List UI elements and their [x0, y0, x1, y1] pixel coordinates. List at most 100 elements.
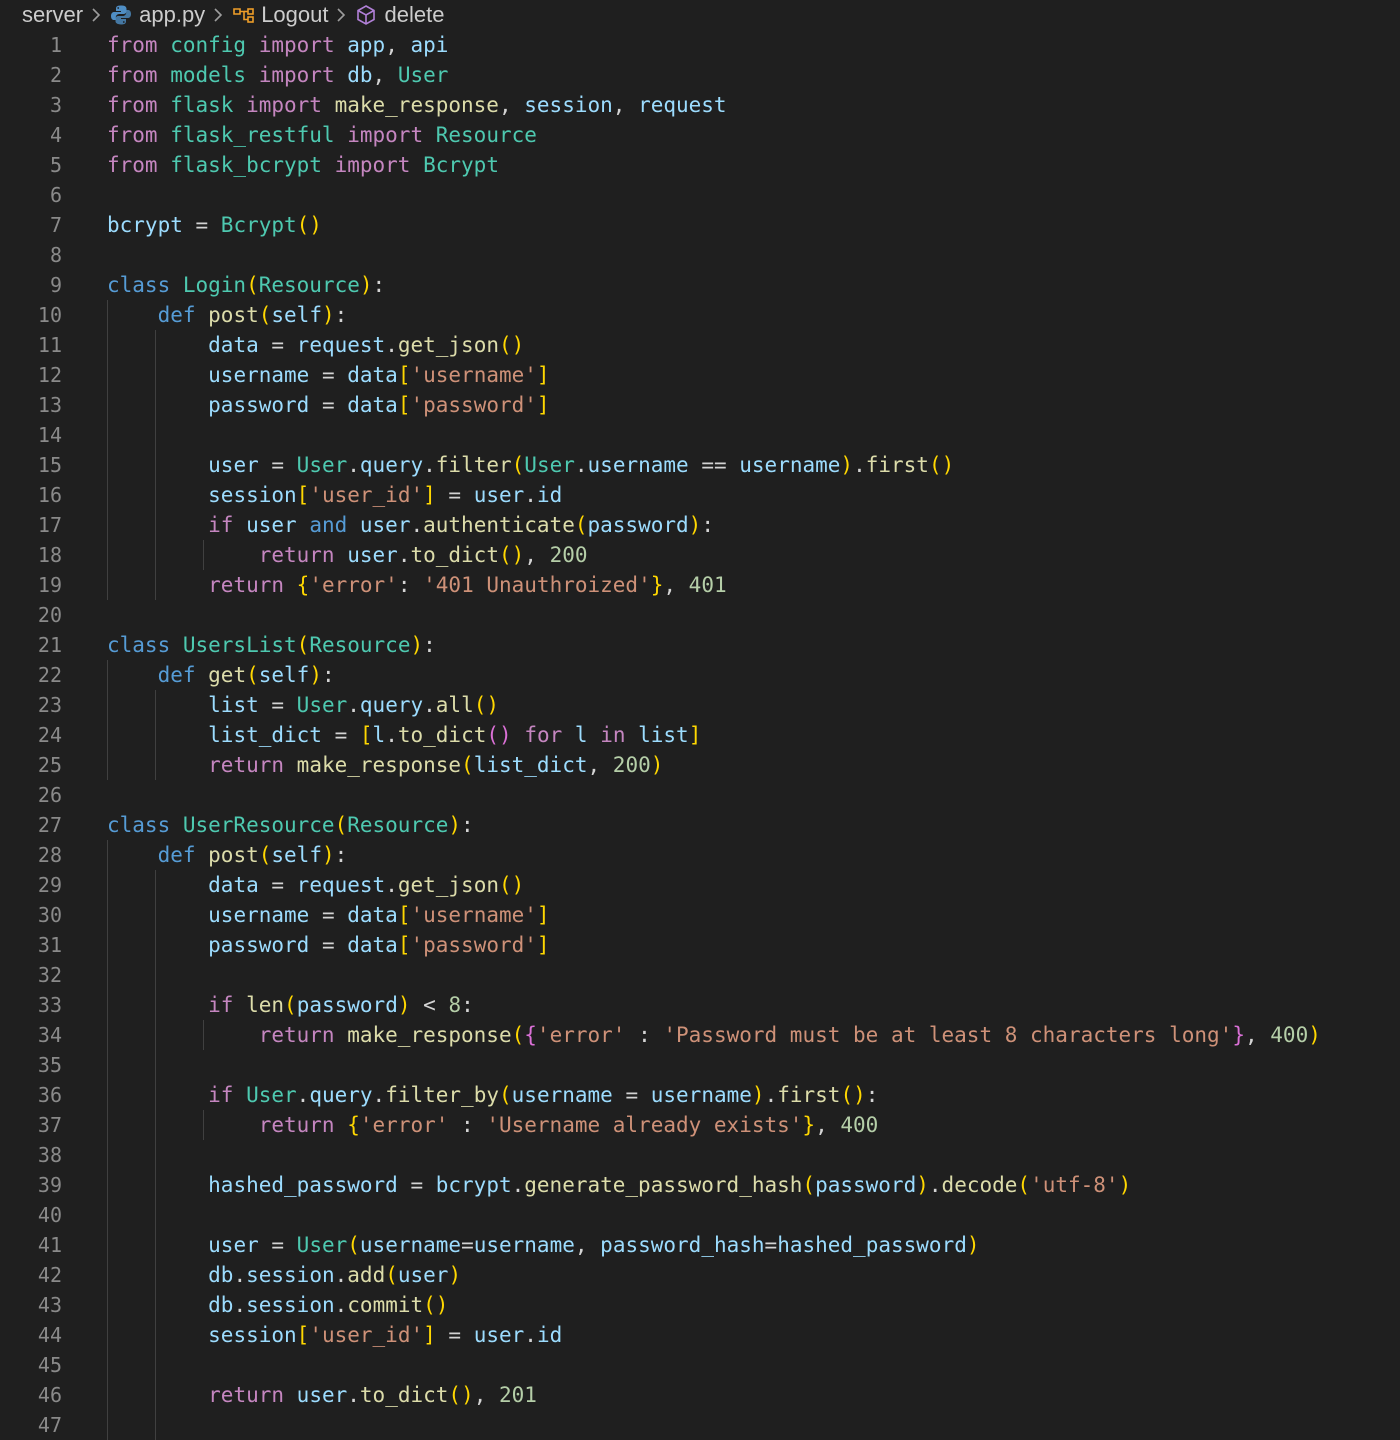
breadcrumb-item-app-py[interactable]: app.py: [109, 2, 205, 28]
code-token: get_json: [397, 333, 499, 357]
code-token: data: [347, 363, 398, 387]
code-line[interactable]: 6: [0, 180, 1400, 210]
code-token: :: [865, 1083, 879, 1107]
code-line[interactable]: 1 from config import app, api: [0, 30, 1400, 60]
code-token: [: [397, 393, 411, 417]
code-token: 200: [612, 753, 651, 777]
code-line[interactable]: 44 session['user_id'] = user.id: [0, 1320, 1400, 1350]
code-line[interactable]: 11 data = request.get_json(): [0, 330, 1400, 360]
code-line[interactable]: 12 username = data['username']: [0, 360, 1400, 390]
code-line[interactable]: 35: [0, 1050, 1400, 1080]
code-line[interactable]: 7 bcrypt = Bcrypt(): [0, 210, 1400, 240]
code-token: Resource: [347, 813, 449, 837]
code-token: .: [574, 453, 588, 477]
line-number: 15: [37, 453, 62, 477]
code-line[interactable]: 32: [0, 960, 1400, 990]
code-token: ,: [372, 63, 398, 87]
code-token: user: [246, 513, 310, 537]
code-line[interactable]: 5 from flask_bcrypt import Bcrypt: [0, 150, 1400, 180]
code-line[interactable]: 24 list_dict = [l.to_dict() for l in lis…: [0, 720, 1400, 750]
code-token: return: [208, 1383, 297, 1407]
code-token: list: [208, 693, 259, 717]
code-token: (): [473, 693, 500, 717]
code-line[interactable]: 17 if user and user.authenticate(passwor…: [0, 510, 1400, 540]
code-token: ): [448, 813, 462, 837]
code-token: username: [650, 1083, 752, 1107]
code-token: def: [157, 663, 209, 687]
code-text: db.session.commit(): [107, 1290, 448, 1320]
code-token: username: [208, 363, 310, 387]
code-token: username: [739, 453, 841, 477]
code-line[interactable]: 46 return user.to_dict(), 201: [0, 1380, 1400, 1410]
code-line[interactable]: 21 class UsersList(Resource):: [0, 630, 1400, 660]
code-token: ): [321, 843, 335, 867]
code-token: password: [296, 993, 398, 1017]
code-token: list_dict: [473, 753, 588, 777]
code-line[interactable]: 28 def post(self):: [0, 840, 1400, 870]
code-token: '401 Unauthroized': [423, 573, 651, 597]
code-line[interactable]: 43 db.session.commit(): [0, 1290, 1400, 1320]
code-editor[interactable]: 1 from config import app, api 2 from models…: [0, 30, 1400, 1440]
code-line[interactable]: 2 from models import db, User: [0, 60, 1400, 90]
code-token: username: [511, 1083, 613, 1107]
code-line[interactable]: 22 def get(self):: [0, 660, 1400, 690]
code-line[interactable]: 42 db.session.add(user): [0, 1260, 1400, 1290]
breadcrumb-item-server[interactable]: server: [22, 2, 83, 28]
code-line[interactable]: 14: [0, 420, 1400, 450]
code-line[interactable]: 10 def post(self):: [0, 300, 1400, 330]
code-token: .: [334, 1293, 348, 1317]
code-line[interactable]: 39 hashed_password = bcrypt.generate_pas…: [0, 1170, 1400, 1200]
code-line[interactable]: 13 password = data['password']: [0, 390, 1400, 420]
code-line[interactable]: 40: [0, 1200, 1400, 1230]
code-line[interactable]: 33 if len(password) < 8:: [0, 990, 1400, 1020]
code-line[interactable]: 16 session['user_id'] = user.id: [0, 480, 1400, 510]
breadcrumb-item-delete[interactable]: delete: [354, 2, 444, 28]
code-line[interactable]: 8: [0, 240, 1400, 270]
code-token: from: [107, 33, 171, 57]
line-number: 46: [37, 1383, 62, 1407]
breadcrumb-item-logout[interactable]: Logout: [231, 2, 328, 28]
code-token: 'error': [536, 1023, 626, 1047]
line-number: 42: [37, 1263, 62, 1287]
code-token: .: [524, 483, 537, 507]
code-line[interactable]: 41 user = User(username=username, passwo…: [0, 1230, 1400, 1260]
code-line[interactable]: 38: [0, 1140, 1400, 1170]
code-token: =: [309, 903, 348, 927]
code-line[interactable]: 37 return {'error' : 'Username already e…: [0, 1110, 1400, 1140]
code-token: .: [385, 873, 398, 897]
code-line[interactable]: 18 return user.to_dict(), 200: [0, 540, 1400, 570]
code-token: user: [296, 1383, 348, 1407]
code-token: ,: [815, 1113, 841, 1137]
indent-guide: [107, 300, 108, 600]
code-line[interactable]: 34 return make_response({'error' : 'Pass…: [0, 1020, 1400, 1050]
code-line[interactable]: 20: [0, 600, 1400, 630]
code-line[interactable]: 26: [0, 780, 1400, 810]
code-line[interactable]: 25 return make_response(list_dict, 200): [0, 750, 1400, 780]
code-token: (: [246, 663, 259, 687]
code-line[interactable]: 15 user = User.query.filter(User.usernam…: [0, 450, 1400, 480]
code-line[interactable]: 3 from flask import make_response, sessio…: [0, 90, 1400, 120]
line-number: 41: [37, 1233, 62, 1257]
code-line[interactable]: 27 class UserResource(Resource):: [0, 810, 1400, 840]
code-line[interactable]: 31 password = data['password']: [0, 930, 1400, 960]
code-token: (: [334, 813, 348, 837]
code-token: (: [284, 993, 297, 1017]
code-line[interactable]: 47: [0, 1410, 1400, 1440]
code-token: make_response: [334, 93, 499, 117]
code-text: session['user_id'] = user.id: [107, 1320, 562, 1350]
code-token: 200: [549, 543, 588, 567]
code-line[interactable]: 36 if User.query.filter_by(username = us…: [0, 1080, 1400, 1110]
code-token: commit: [347, 1293, 424, 1317]
code-token: 401: [688, 573, 727, 597]
code-text: password = data['password']: [107, 390, 549, 420]
code-token: if: [208, 513, 247, 537]
code-token: session: [524, 93, 613, 117]
code-line[interactable]: 9 class Login(Resource):: [0, 270, 1400, 300]
code-line[interactable]: 4 from flask_restful import Resource: [0, 120, 1400, 150]
code-line[interactable]: 30 username = data['username']: [0, 900, 1400, 930]
code-line[interactable]: 23 list = User.query.all(): [0, 690, 1400, 720]
code-line[interactable]: 29 data = request.get_json(): [0, 870, 1400, 900]
code-token: ): [448, 1263, 462, 1287]
code-line[interactable]: 19 return {'error': '401 Unauthroized'},…: [0, 570, 1400, 600]
code-line[interactable]: 45: [0, 1350, 1400, 1380]
